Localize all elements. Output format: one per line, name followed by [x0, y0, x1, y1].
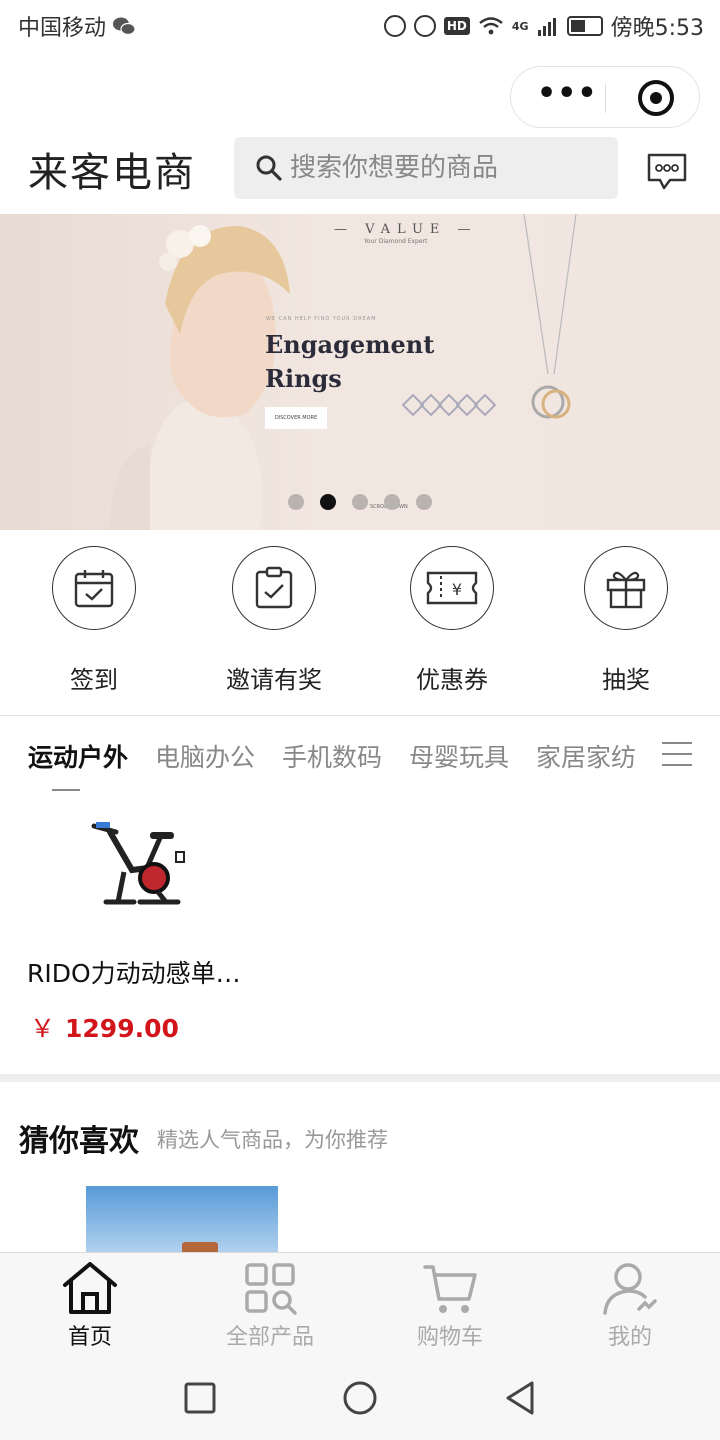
product-price: ￥ 1299.00 — [30, 1009, 179, 1045]
capsule-divider — [605, 83, 606, 113]
search-bar[interactable] — [234, 137, 618, 199]
action-circle — [232, 546, 316, 630]
necklace-image — [523, 214, 577, 419]
active-tab-indicator — [52, 789, 80, 791]
ring-row-image — [402, 393, 497, 417]
status-bar: 中国移动 HD 4G 傍晚5:53 — [0, 0, 720, 50]
banner-pagination — [288, 494, 432, 510]
action-label: 优惠券 — [416, 666, 488, 694]
recommend-product-image[interactable] — [86, 1186, 278, 1256]
wechat-icon — [113, 17, 136, 36]
banner-headline-line1: Engagement — [265, 330, 435, 359]
calendar-check-icon — [74, 570, 114, 608]
target-icon[interactable] — [638, 80, 674, 116]
action-lottery[interactable]: 抽奖 — [556, 546, 696, 695]
cart-icon — [423, 1265, 477, 1313]
quick-actions: 签到 邀请有奖 ¥ 优惠券 抽奖 — [0, 530, 720, 716]
search-icon — [256, 155, 282, 181]
action-label: 签到 — [70, 666, 118, 694]
banner-dot[interactable] — [384, 494, 400, 510]
banner-dot-active[interactable] — [320, 494, 336, 510]
svg-text:¥: ¥ — [452, 580, 462, 599]
grid-search-icon — [245, 1263, 297, 1315]
tabbar-all-products[interactable]: 全部产品 — [210, 1259, 330, 1351]
status-left: 中国移动 — [18, 10, 136, 42]
app-logo: 来客电商 — [28, 150, 196, 196]
home-icon — [63, 1262, 117, 1314]
tab-computer-office[interactable]: 电脑办公 — [155, 738, 255, 774]
clock: 傍晚5:53 — [610, 16, 704, 41]
promo-banner[interactable]: — VALUE — Your Diamond Expert WE CAN HEL… — [0, 214, 720, 530]
carrier-label: 中国移动 — [18, 16, 107, 41]
product-name: RIDO力动动感单… — [27, 959, 241, 988]
tab-home-textiles[interactable]: 家居家纺 — [536, 738, 636, 774]
battery-icon — [566, 16, 603, 36]
action-label: 邀请有奖 — [226, 666, 322, 694]
tabbar-label: 全部产品 — [225, 1325, 314, 1350]
product-card[interactable]: RIDO力动动感单… ￥ 1299.00 — [0, 792, 720, 1074]
tabbar-label: 我的 — [607, 1325, 652, 1350]
action-checkin[interactable]: 签到 — [24, 546, 164, 695]
tabbar-me[interactable]: 我的 — [570, 1259, 690, 1351]
banner-dot[interactable] — [352, 494, 368, 510]
recommend-title: 猜你喜欢 — [19, 1124, 139, 1159]
action-circle — [584, 546, 668, 630]
tab-phone-digital[interactable]: 手机数码 — [282, 738, 382, 774]
exercise-bike-image — [91, 822, 185, 905]
banner-headline-line2: Rings — [265, 364, 342, 393]
hd-icon: HD — [443, 17, 470, 35]
banner-dot[interactable] — [288, 494, 304, 510]
tabbar-label: 购物车 — [416, 1325, 483, 1350]
section-divider — [0, 1074, 720, 1082]
price-value: 1299.00 — [65, 1014, 179, 1043]
action-label: 抽奖 — [602, 666, 650, 694]
action-circle: ¥ — [410, 546, 494, 630]
banner-discover-button[interactable]: DISCOVER MORE — [265, 407, 327, 429]
hamburger-menu-icon[interactable] — [662, 742, 692, 766]
user-icon — [603, 1263, 657, 1315]
action-coupon[interactable]: ¥ 优惠券 — [382, 546, 522, 695]
home-circle-icon[interactable] — [342, 1380, 378, 1416]
currency-symbol: ￥ — [30, 1014, 56, 1043]
alarm-icon — [413, 15, 436, 37]
tab-baby-toys[interactable]: 母婴玩具 — [409, 738, 509, 774]
tabbar-label: 首页 — [67, 1325, 112, 1350]
clipboard-check-icon — [255, 566, 293, 609]
gift-icon — [606, 571, 646, 609]
banner-brand: — VALUE — — [334, 222, 478, 237]
network-type: 4G — [511, 19, 529, 33]
recents-square-icon[interactable] — [184, 1382, 216, 1414]
tabbar-cart[interactable]: 购物车 — [390, 1259, 510, 1351]
wifi-icon — [479, 17, 503, 35]
bottom-tab-bar: 首页 全部产品 购物车 我的 — [0, 1252, 720, 1356]
action-invite[interactable]: 邀请有奖 — [204, 546, 344, 695]
system-nav-bar — [0, 1356, 720, 1440]
data-saver-icon — [383, 15, 406, 37]
search-input[interactable] — [290, 153, 590, 183]
signal-icon — [537, 18, 556, 36]
coupon-ticket-icon: ¥ — [426, 571, 478, 605]
banner-dot[interactable] — [416, 494, 432, 510]
ellipsis-icon[interactable]: ••• — [537, 79, 597, 111]
banner-tagline: WE CAN HELP FIND YOUR DREAM — [266, 316, 377, 322]
banner-headline: Engagement Rings — [265, 328, 434, 396]
back-triangle-icon[interactable] — [504, 1380, 536, 1416]
banner-brand-sub: Your Diamond Expert — [364, 238, 428, 245]
action-circle — [52, 546, 136, 630]
status-right: HD 4G 傍晚5:53 — [383, 10, 704, 42]
miniprogram-capsule: ••• — [510, 66, 700, 128]
tab-sports-outdoor[interactable]: 运动户外 — [28, 738, 128, 774]
chat-bubble-icon[interactable] — [646, 152, 688, 192]
recommend-subtitle: 精选人气商品，为你推荐 — [157, 1128, 388, 1152]
category-tabs: 运动户外 电脑办公 手机数码 母婴玩具 家居家纺 — [0, 716, 720, 792]
tabbar-home[interactable]: 首页 — [30, 1259, 150, 1351]
